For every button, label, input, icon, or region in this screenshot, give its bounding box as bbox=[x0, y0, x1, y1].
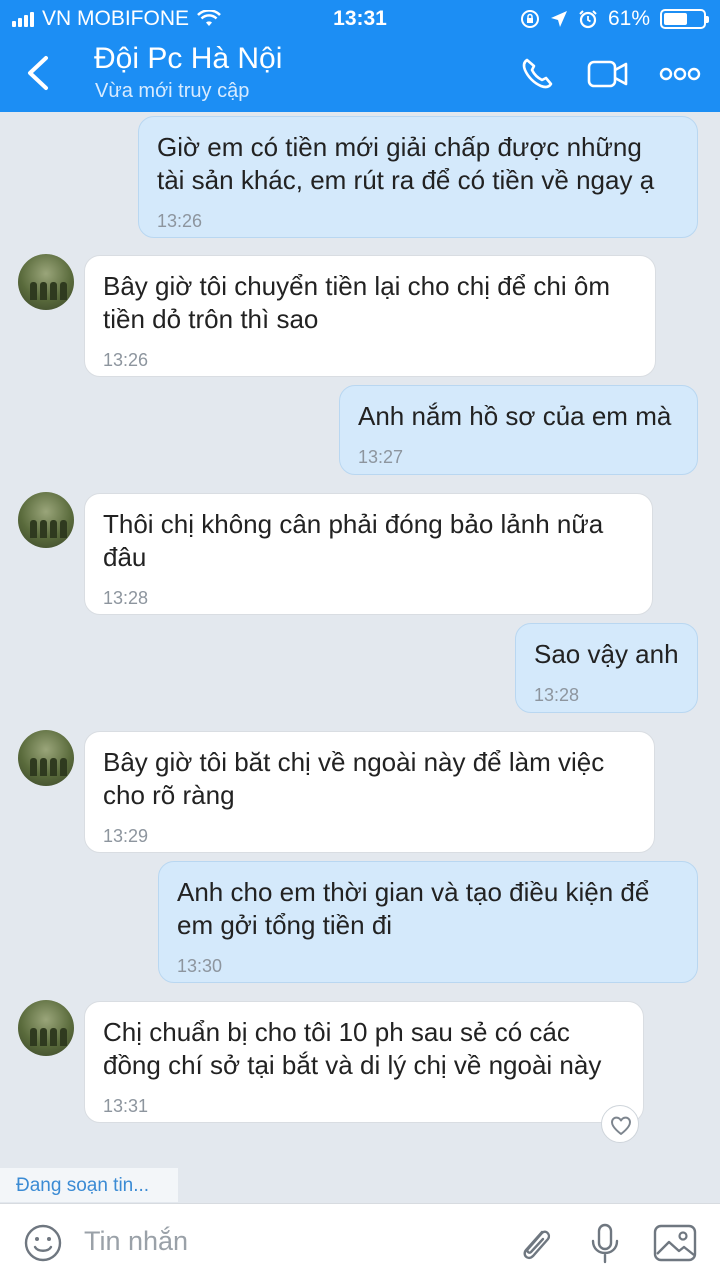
message-incoming[interactable]: Thôi chị không cân phải đóng bảo lảnh nữ… bbox=[84, 493, 653, 615]
contact-status: Vừa mới truy cập bbox=[95, 80, 250, 102]
contact-name: Đội Pc Hà Nội bbox=[94, 42, 283, 75]
orientation-lock-icon bbox=[520, 10, 539, 28]
status-bar: VN MOBIFONE 13:31 61% bbox=[0, 0, 720, 36]
message-text: Anh cho em thời gian và tạo điều kiện để… bbox=[177, 877, 650, 940]
message-text: Bây giờ tôi băt chị về ngoài này để làm … bbox=[103, 747, 605, 810]
phone-call-button[interactable] bbox=[516, 54, 560, 94]
message-outgoing[interactable]: Giờ em có tiền mới giải chấp được những … bbox=[138, 116, 698, 238]
message-incoming[interactable]: Chị chuẩn bị cho tôi 10 ph sau sẻ có các… bbox=[84, 1001, 644, 1123]
contact-avatar[interactable] bbox=[18, 492, 74, 548]
message-outgoing[interactable]: Sao vậy anh 13:28 bbox=[515, 623, 698, 713]
message-input[interactable]: Tin nhắn bbox=[84, 1226, 188, 1257]
message-incoming[interactable]: Bây giờ tôi chuyển tiền lại cho chị để c… bbox=[84, 255, 656, 377]
attach-file-button[interactable] bbox=[512, 1220, 558, 1266]
message-time: 13:31 bbox=[103, 1096, 149, 1116]
message-outgoing[interactable]: Anh cho em thời gian và tạo điều kiện để… bbox=[158, 861, 698, 983]
battery-icon bbox=[660, 9, 709, 29]
message-time: 13:28 bbox=[103, 588, 149, 608]
message-time: 13:26 bbox=[103, 350, 149, 370]
message-outgoing[interactable]: Anh nắm hồ sơ của em mà 13:27 bbox=[339, 385, 698, 475]
photo-gallery-button[interactable] bbox=[652, 1220, 698, 1266]
message-time: 13:26 bbox=[157, 211, 203, 231]
heart-icon bbox=[610, 1116, 632, 1135]
back-button[interactable] bbox=[18, 50, 58, 96]
message-text: Sao vậy anh bbox=[534, 639, 679, 669]
contact-avatar[interactable] bbox=[18, 254, 74, 310]
message-text: Bây giờ tôi chuyển tiền lại cho chị để c… bbox=[103, 271, 610, 334]
message-text: Thôi chị không cân phải đóng bảo lảnh nữ… bbox=[103, 509, 604, 572]
contact-avatar[interactable] bbox=[18, 1000, 74, 1056]
location-icon bbox=[550, 11, 567, 27]
more-options-button[interactable] bbox=[658, 54, 702, 94]
alarm-icon bbox=[579, 10, 597, 29]
message-time: 13:27 bbox=[358, 447, 404, 467]
message-text: Giờ em có tiền mới giải chấp được những … bbox=[157, 132, 655, 195]
message-composer: Tin nhắn bbox=[0, 1203, 720, 1280]
message-time: 13:29 bbox=[103, 826, 149, 846]
message-time: 13:30 bbox=[177, 956, 223, 976]
emoji-button[interactable] bbox=[20, 1220, 66, 1266]
chat-header: VN MOBIFONE 13:31 61% Đội Pc Hà Nội Vừa … bbox=[0, 0, 720, 112]
contact-avatar[interactable] bbox=[18, 730, 74, 786]
react-heart-button[interactable] bbox=[601, 1105, 639, 1143]
video-call-button[interactable] bbox=[586, 54, 630, 94]
message-text: Chị chuẩn bị cho tôi 10 ph sau sẻ có các… bbox=[103, 1017, 602, 1080]
message-text: Anh nắm hồ sơ của em mà bbox=[358, 401, 672, 431]
typing-indicator: Đang soạn tin... bbox=[0, 1168, 178, 1202]
message-incoming[interactable]: Bây giờ tôi băt chị về ngoài này để làm … bbox=[84, 731, 655, 853]
battery-percent: 61% bbox=[607, 7, 650, 30]
voice-message-button[interactable] bbox=[582, 1220, 628, 1266]
message-time: 13:28 bbox=[534, 685, 580, 705]
